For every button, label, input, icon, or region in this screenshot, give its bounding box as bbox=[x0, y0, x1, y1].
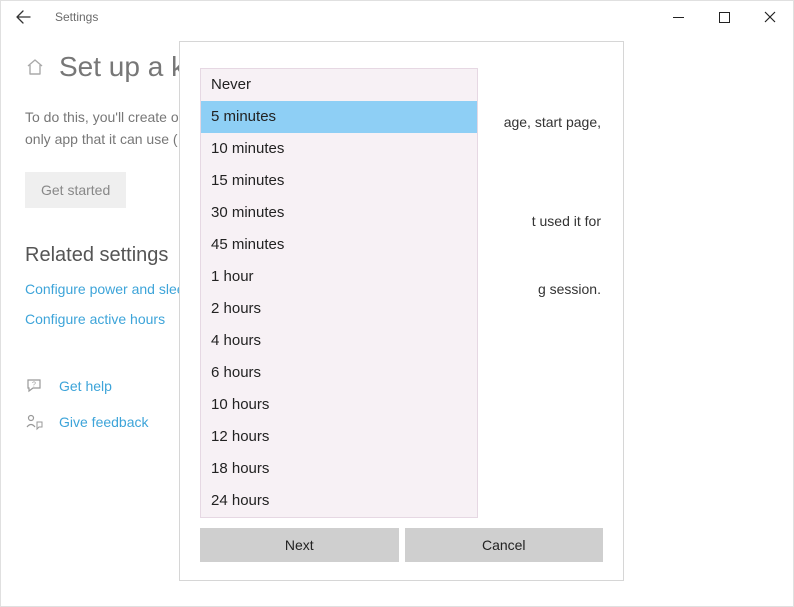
timeout-option[interactable]: Never bbox=[201, 69, 477, 101]
next-button[interactable]: Next bbox=[200, 528, 399, 562]
minimize-button[interactable] bbox=[655, 1, 701, 33]
window-title: Settings bbox=[55, 10, 98, 24]
back-arrow-icon bbox=[15, 9, 31, 25]
timeout-option[interactable]: 30 minutes bbox=[201, 197, 477, 229]
timeout-option[interactable]: 10 minutes bbox=[201, 133, 477, 165]
feedback-icon bbox=[25, 413, 43, 431]
timeout-option[interactable]: 10 hours bbox=[201, 389, 477, 421]
timeout-option[interactable]: 15 minutes bbox=[201, 165, 477, 197]
dialog-button-row: Next Cancel bbox=[200, 528, 603, 562]
dialog-obscured-text-1: age, start page, bbox=[504, 114, 601, 130]
timeout-option[interactable]: 4 hours bbox=[201, 325, 477, 357]
link-get-help[interactable]: Get help bbox=[59, 378, 112, 394]
dialog-obscured-text-3: g session. bbox=[538, 281, 601, 297]
link-give-feedback[interactable]: Give feedback bbox=[59, 414, 149, 430]
minimize-icon bbox=[673, 12, 684, 23]
maximize-icon bbox=[719, 12, 730, 23]
close-icon bbox=[764, 11, 776, 23]
titlebar: Settings bbox=[1, 1, 793, 33]
chat-help-icon: ? bbox=[25, 377, 43, 395]
timeout-option[interactable]: 1 hour bbox=[201, 261, 477, 293]
timeout-listbox[interactable]: Never5 minutes10 minutes15 minutes30 min… bbox=[200, 68, 478, 518]
cancel-button[interactable]: Cancel bbox=[405, 528, 604, 562]
svg-text:?: ? bbox=[32, 382, 36, 389]
home-icon bbox=[25, 57, 45, 77]
timeout-option[interactable]: 24 hours bbox=[201, 485, 477, 517]
close-button[interactable] bbox=[747, 1, 793, 33]
window-controls bbox=[655, 1, 793, 33]
get-started-button[interactable]: Get started bbox=[25, 172, 126, 208]
timeout-option[interactable]: 6 hours bbox=[201, 357, 477, 389]
timeout-option[interactable]: 45 minutes bbox=[201, 229, 477, 261]
dialog-obscured-text-2: t used it for bbox=[532, 213, 601, 229]
maximize-button[interactable] bbox=[701, 1, 747, 33]
timeout-option[interactable]: 5 minutes bbox=[201, 101, 477, 133]
timeout-option[interactable]: 12 hours bbox=[201, 421, 477, 453]
back-button[interactable] bbox=[1, 1, 45, 33]
timeout-option[interactable]: 2 hours bbox=[201, 293, 477, 325]
timeout-dialog: age, start page, t used it for g session… bbox=[179, 41, 624, 581]
timeout-option[interactable]: 18 hours bbox=[201, 453, 477, 485]
